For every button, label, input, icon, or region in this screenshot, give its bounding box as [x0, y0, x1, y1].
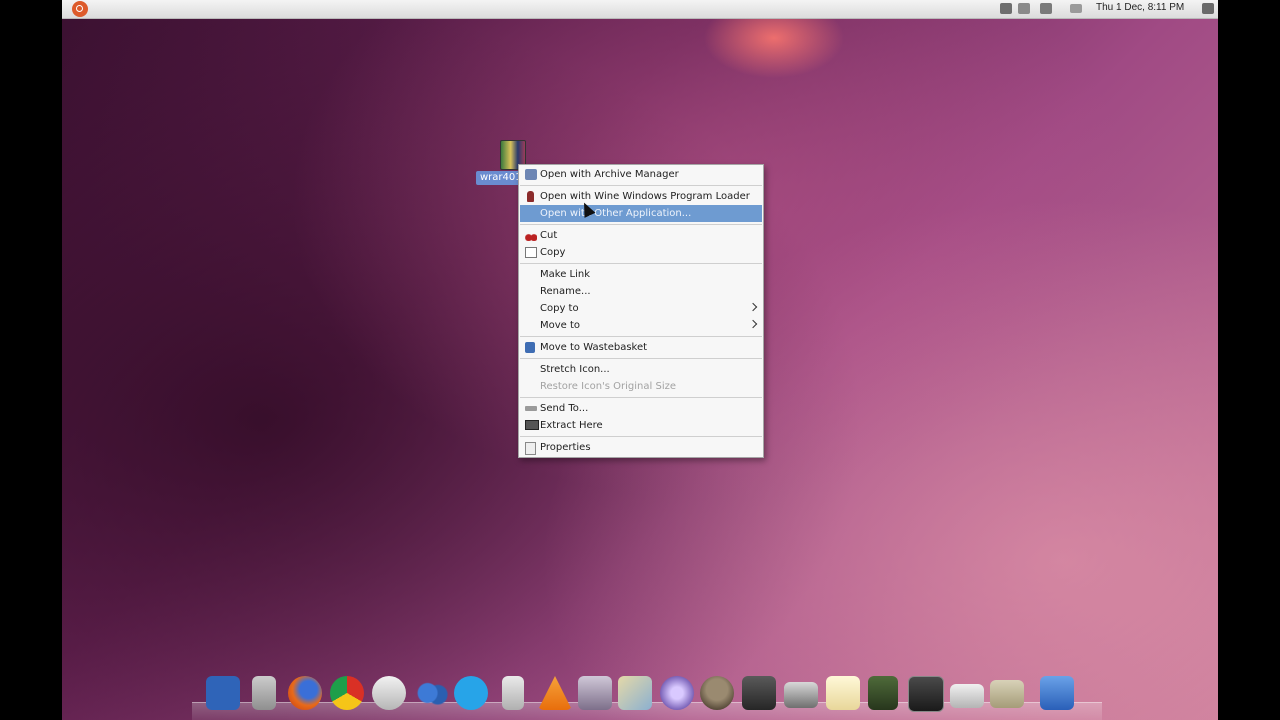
keyboard-icon[interactable] [950, 684, 984, 708]
anchor-icon[interactable] [206, 676, 240, 710]
scanner-icon[interactable] [784, 682, 818, 708]
menu-move-to-wastebasket[interactable]: Move to Wastebasket [520, 339, 762, 356]
menu-open-other-application[interactable]: Open with Other Application... [520, 205, 762, 222]
screenshot-icon[interactable] [578, 676, 612, 710]
desktop[interactable]: Thu 1 Dec, 8:11 PM wrar401 Open with Arc… [62, 0, 1218, 720]
menu-make-link[interactable]: Make Link [520, 266, 762, 283]
volume-icon[interactable] [1040, 3, 1052, 14]
menu-copy-to[interactable]: Copy to [520, 300, 762, 317]
image-viewer-icon[interactable] [618, 676, 652, 710]
indicator-icon[interactable] [1000, 3, 1012, 14]
archive-manager-icon [525, 169, 537, 180]
separator [520, 397, 762, 398]
network-icon[interactable] [1018, 3, 1030, 14]
file-cabinet-icon[interactable] [252, 676, 276, 710]
session-icon[interactable] [1202, 3, 1214, 14]
scissors-icon [525, 230, 537, 241]
media-player-icon[interactable] [502, 676, 524, 710]
vlc-icon[interactable] [538, 676, 572, 710]
text-editor-icon[interactable] [826, 676, 860, 710]
mail-clock-icon[interactable] [372, 676, 406, 710]
clock[interactable]: Thu 1 Dec, 8:11 PM [1096, 2, 1184, 13]
mail-icon[interactable] [1070, 4, 1082, 13]
separator [520, 336, 762, 337]
menu-properties[interactable]: Properties [520, 439, 762, 456]
calculator-icon[interactable] [868, 676, 898, 710]
separator [520, 263, 762, 264]
menu-rename[interactable]: Rename... [520, 283, 762, 300]
menu-stretch-icon[interactable]: Stretch Icon... [520, 361, 762, 378]
gimp-icon[interactable] [700, 676, 734, 710]
chrome-icon[interactable] [330, 676, 364, 710]
trash-icon[interactable] [1040, 676, 1074, 710]
menu-cut[interactable]: Cut [520, 227, 762, 244]
folder-icon[interactable] [990, 680, 1024, 708]
menu-copy[interactable]: Copy [520, 244, 762, 261]
top-panel: Thu 1 Dec, 8:11 PM [62, 0, 1218, 19]
separator [520, 358, 762, 359]
menu-send-to[interactable]: Send To... [520, 400, 762, 417]
menu-open-archive-manager[interactable]: Open with Archive Manager [520, 166, 762, 183]
camera-icon[interactable] [742, 676, 776, 710]
separator [520, 224, 762, 225]
dock [192, 672, 1102, 720]
chevron-right-icon [748, 319, 758, 329]
bubbles-icon[interactable] [414, 676, 448, 710]
wine-glass-icon [527, 191, 534, 202]
terminal-icon[interactable] [908, 676, 944, 712]
separator [520, 185, 762, 186]
firefox-icon[interactable] [288, 676, 322, 710]
chevron-right-icon [748, 302, 758, 312]
menu-restore-icon-size: Restore Icon's Original Size [540, 381, 677, 392]
menu-extract-here[interactable]: Extract Here [520, 417, 762, 434]
aperture-icon[interactable] [660, 676, 694, 710]
send-to-icon [525, 406, 537, 411]
wastebasket-icon [525, 342, 535, 353]
menu-open-wine[interactable]: Open with Wine Windows Program Loader [520, 188, 762, 205]
properties-icon [525, 442, 536, 455]
separator [520, 436, 762, 437]
ubuntu-logo-icon[interactable] [72, 1, 88, 17]
extract-icon [525, 420, 539, 430]
context-menu: Open with Archive Manager Open with Wine… [518, 164, 764, 458]
menu-move-to[interactable]: Move to [520, 317, 762, 334]
skype-icon[interactable] [454, 676, 488, 710]
copy-icon [525, 247, 537, 258]
